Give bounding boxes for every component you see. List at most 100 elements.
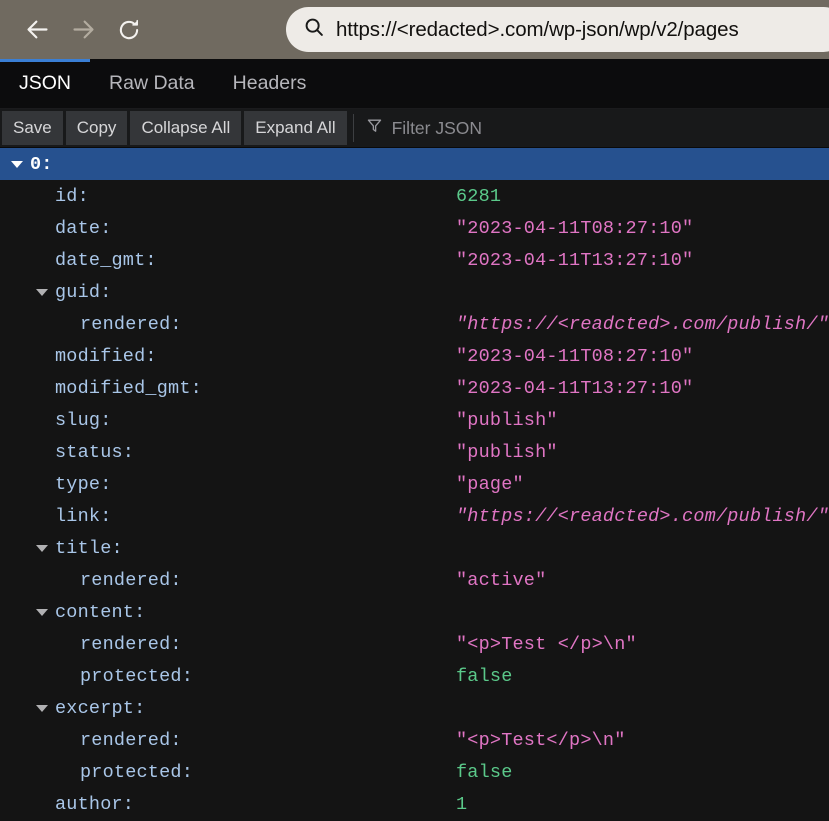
- tab-raw-data-label: Raw Data: [109, 72, 195, 95]
- twisty-spacer: [60, 734, 73, 747]
- json-value: "publish": [456, 410, 829, 431]
- json-key: slug:: [55, 410, 112, 431]
- json-key: rendered:: [80, 634, 182, 655]
- arrow-left-icon: [24, 16, 51, 43]
- json-value: 1: [456, 794, 829, 815]
- json-key: status:: [55, 442, 134, 463]
- chevron-down-icon[interactable]: [35, 702, 48, 715]
- json-value: "page": [456, 474, 829, 495]
- json-key: modified_gmt:: [55, 378, 202, 399]
- twisty-spacer: [35, 478, 48, 491]
- json-row[interactable]: protected:false: [0, 756, 829, 788]
- filter-json-placeholder: Filter JSON: [392, 118, 482, 139]
- json-key: protected:: [80, 762, 193, 783]
- json-key: content:: [55, 602, 145, 623]
- json-toolbar: Save Copy Collapse All Expand All Filter…: [0, 109, 829, 148]
- json-row[interactable]: slug: "publish": [0, 404, 829, 436]
- json-row[interactable]: id: 6281: [0, 180, 829, 212]
- twisty-spacer: [60, 318, 73, 331]
- json-row[interactable]: guid:: [0, 276, 829, 308]
- expand-all-button-label: Expand All: [255, 118, 335, 138]
- json-value: "2023-04-11T13:27:10": [456, 378, 829, 399]
- twisty-spacer: [35, 254, 48, 267]
- json-value: "https://<readcted>.com/publish/": [456, 506, 829, 527]
- json-row[interactable]: rendered: "<p>Test</p>\n": [0, 724, 829, 756]
- reload-button[interactable]: [106, 7, 152, 53]
- twisty-spacer: [60, 638, 73, 651]
- json-row[interactable]: date:"2023-04-11T08:27:10": [0, 212, 829, 244]
- chevron-down-icon[interactable]: [35, 286, 48, 299]
- toolbar-separator: [353, 114, 354, 142]
- json-row[interactable]: excerpt:: [0, 692, 829, 724]
- twisty-spacer: [35, 190, 48, 203]
- json-row[interactable]: type:"page": [0, 468, 829, 500]
- json-row[interactable]: author: 1: [0, 788, 829, 820]
- copy-button[interactable]: Copy: [66, 111, 128, 145]
- twisty-spacer: [60, 766, 73, 779]
- json-key: title:: [55, 538, 123, 559]
- twisty-spacer: [35, 414, 48, 427]
- tab-headers[interactable]: Headers: [214, 59, 326, 108]
- json-row[interactable]: 0:: [0, 148, 829, 180]
- tab-json-label: JSON: [19, 72, 71, 95]
- json-row[interactable]: title:: [0, 532, 829, 564]
- tab-raw-data[interactable]: Raw Data: [90, 59, 214, 108]
- chevron-down-icon[interactable]: [10, 158, 23, 171]
- json-value: "<p>Test </p>\n": [456, 634, 829, 655]
- json-row[interactable]: status:"publish": [0, 436, 829, 468]
- json-key-cell: rendered:: [0, 308, 456, 340]
- json-key-cell: protected:: [0, 756, 456, 788]
- devtools-tab-bar: JSON Raw Data Headers: [0, 59, 829, 109]
- back-button[interactable]: [14, 7, 60, 53]
- twisty-spacer: [35, 798, 48, 811]
- url-bar[interactable]: https://<redacted>.com/wp-json/wp/v2/pag…: [286, 7, 829, 52]
- json-value: false: [456, 666, 829, 687]
- json-key-cell: status:: [0, 436, 456, 468]
- json-key-cell: title:: [0, 532, 456, 564]
- collapse-all-button-label: Collapse All: [141, 118, 230, 138]
- browser-chrome: https://<redacted>.com/wp-json/wp/v2/pag…: [0, 0, 829, 59]
- forward-button[interactable]: [60, 7, 106, 53]
- json-row[interactable]: link:"https://<readcted>.com/publish/": [0, 500, 829, 532]
- expand-all-button[interactable]: Expand All: [244, 111, 346, 145]
- json-key-cell: excerpt:: [0, 692, 456, 724]
- json-key-cell: date:: [0, 212, 456, 244]
- filter-json-input[interactable]: Filter JSON: [360, 109, 829, 147]
- json-key: rendered:: [80, 314, 182, 335]
- save-button[interactable]: Save: [2, 111, 63, 145]
- chevron-down-icon[interactable]: [35, 606, 48, 619]
- json-row[interactable]: rendered: "https://<readcted>.com/publish…: [0, 308, 829, 340]
- json-key: excerpt:: [55, 698, 145, 719]
- json-value: "active": [456, 570, 829, 591]
- json-key: rendered:: [80, 570, 182, 591]
- json-row[interactable]: rendered: "<p>Test </p>\n": [0, 628, 829, 660]
- json-row[interactable]: modified_gmt: "2023-04-11T13:27:10": [0, 372, 829, 404]
- twisty-spacer: [60, 670, 73, 683]
- json-key-cell: link:: [0, 500, 456, 532]
- json-key: rendered:: [80, 730, 182, 751]
- json-row[interactable]: rendered: "active": [0, 564, 829, 596]
- tab-json[interactable]: JSON: [0, 59, 90, 108]
- chevron-down-icon[interactable]: [35, 542, 48, 555]
- tab-headers-label: Headers: [233, 72, 307, 95]
- json-key-cell: modified_gmt:: [0, 372, 456, 404]
- json-row[interactable]: protected:false: [0, 660, 829, 692]
- json-key: guid:: [55, 282, 112, 303]
- json-value: "<p>Test</p>\n": [456, 730, 829, 751]
- json-viewer[interactable]: 0:id:6281date:"2023-04-11T08:27:10"date_…: [0, 148, 829, 821]
- json-key: id:: [55, 186, 89, 207]
- collapse-all-button[interactable]: Collapse All: [130, 111, 241, 145]
- json-key-cell: slug:: [0, 404, 456, 436]
- json-row[interactable]: date_gmt:"2023-04-11T13:27:10": [0, 244, 829, 276]
- json-row[interactable]: content:: [0, 596, 829, 628]
- json-value: 6281: [456, 186, 829, 207]
- reload-icon: [116, 17, 142, 43]
- json-value: "https://<readcted>.com/publish/": [456, 314, 829, 335]
- json-key: modified:: [55, 346, 157, 367]
- json-row[interactable]: modified: "2023-04-11T08:27:10": [0, 340, 829, 372]
- json-value: "2023-04-11T08:27:10": [456, 346, 829, 367]
- url-text: https://<redacted>.com/wp-json/wp/v2/pag…: [336, 18, 739, 42]
- json-key-cell: rendered:: [0, 564, 456, 596]
- json-key: author:: [55, 794, 134, 815]
- twisty-spacer: [35, 222, 48, 235]
